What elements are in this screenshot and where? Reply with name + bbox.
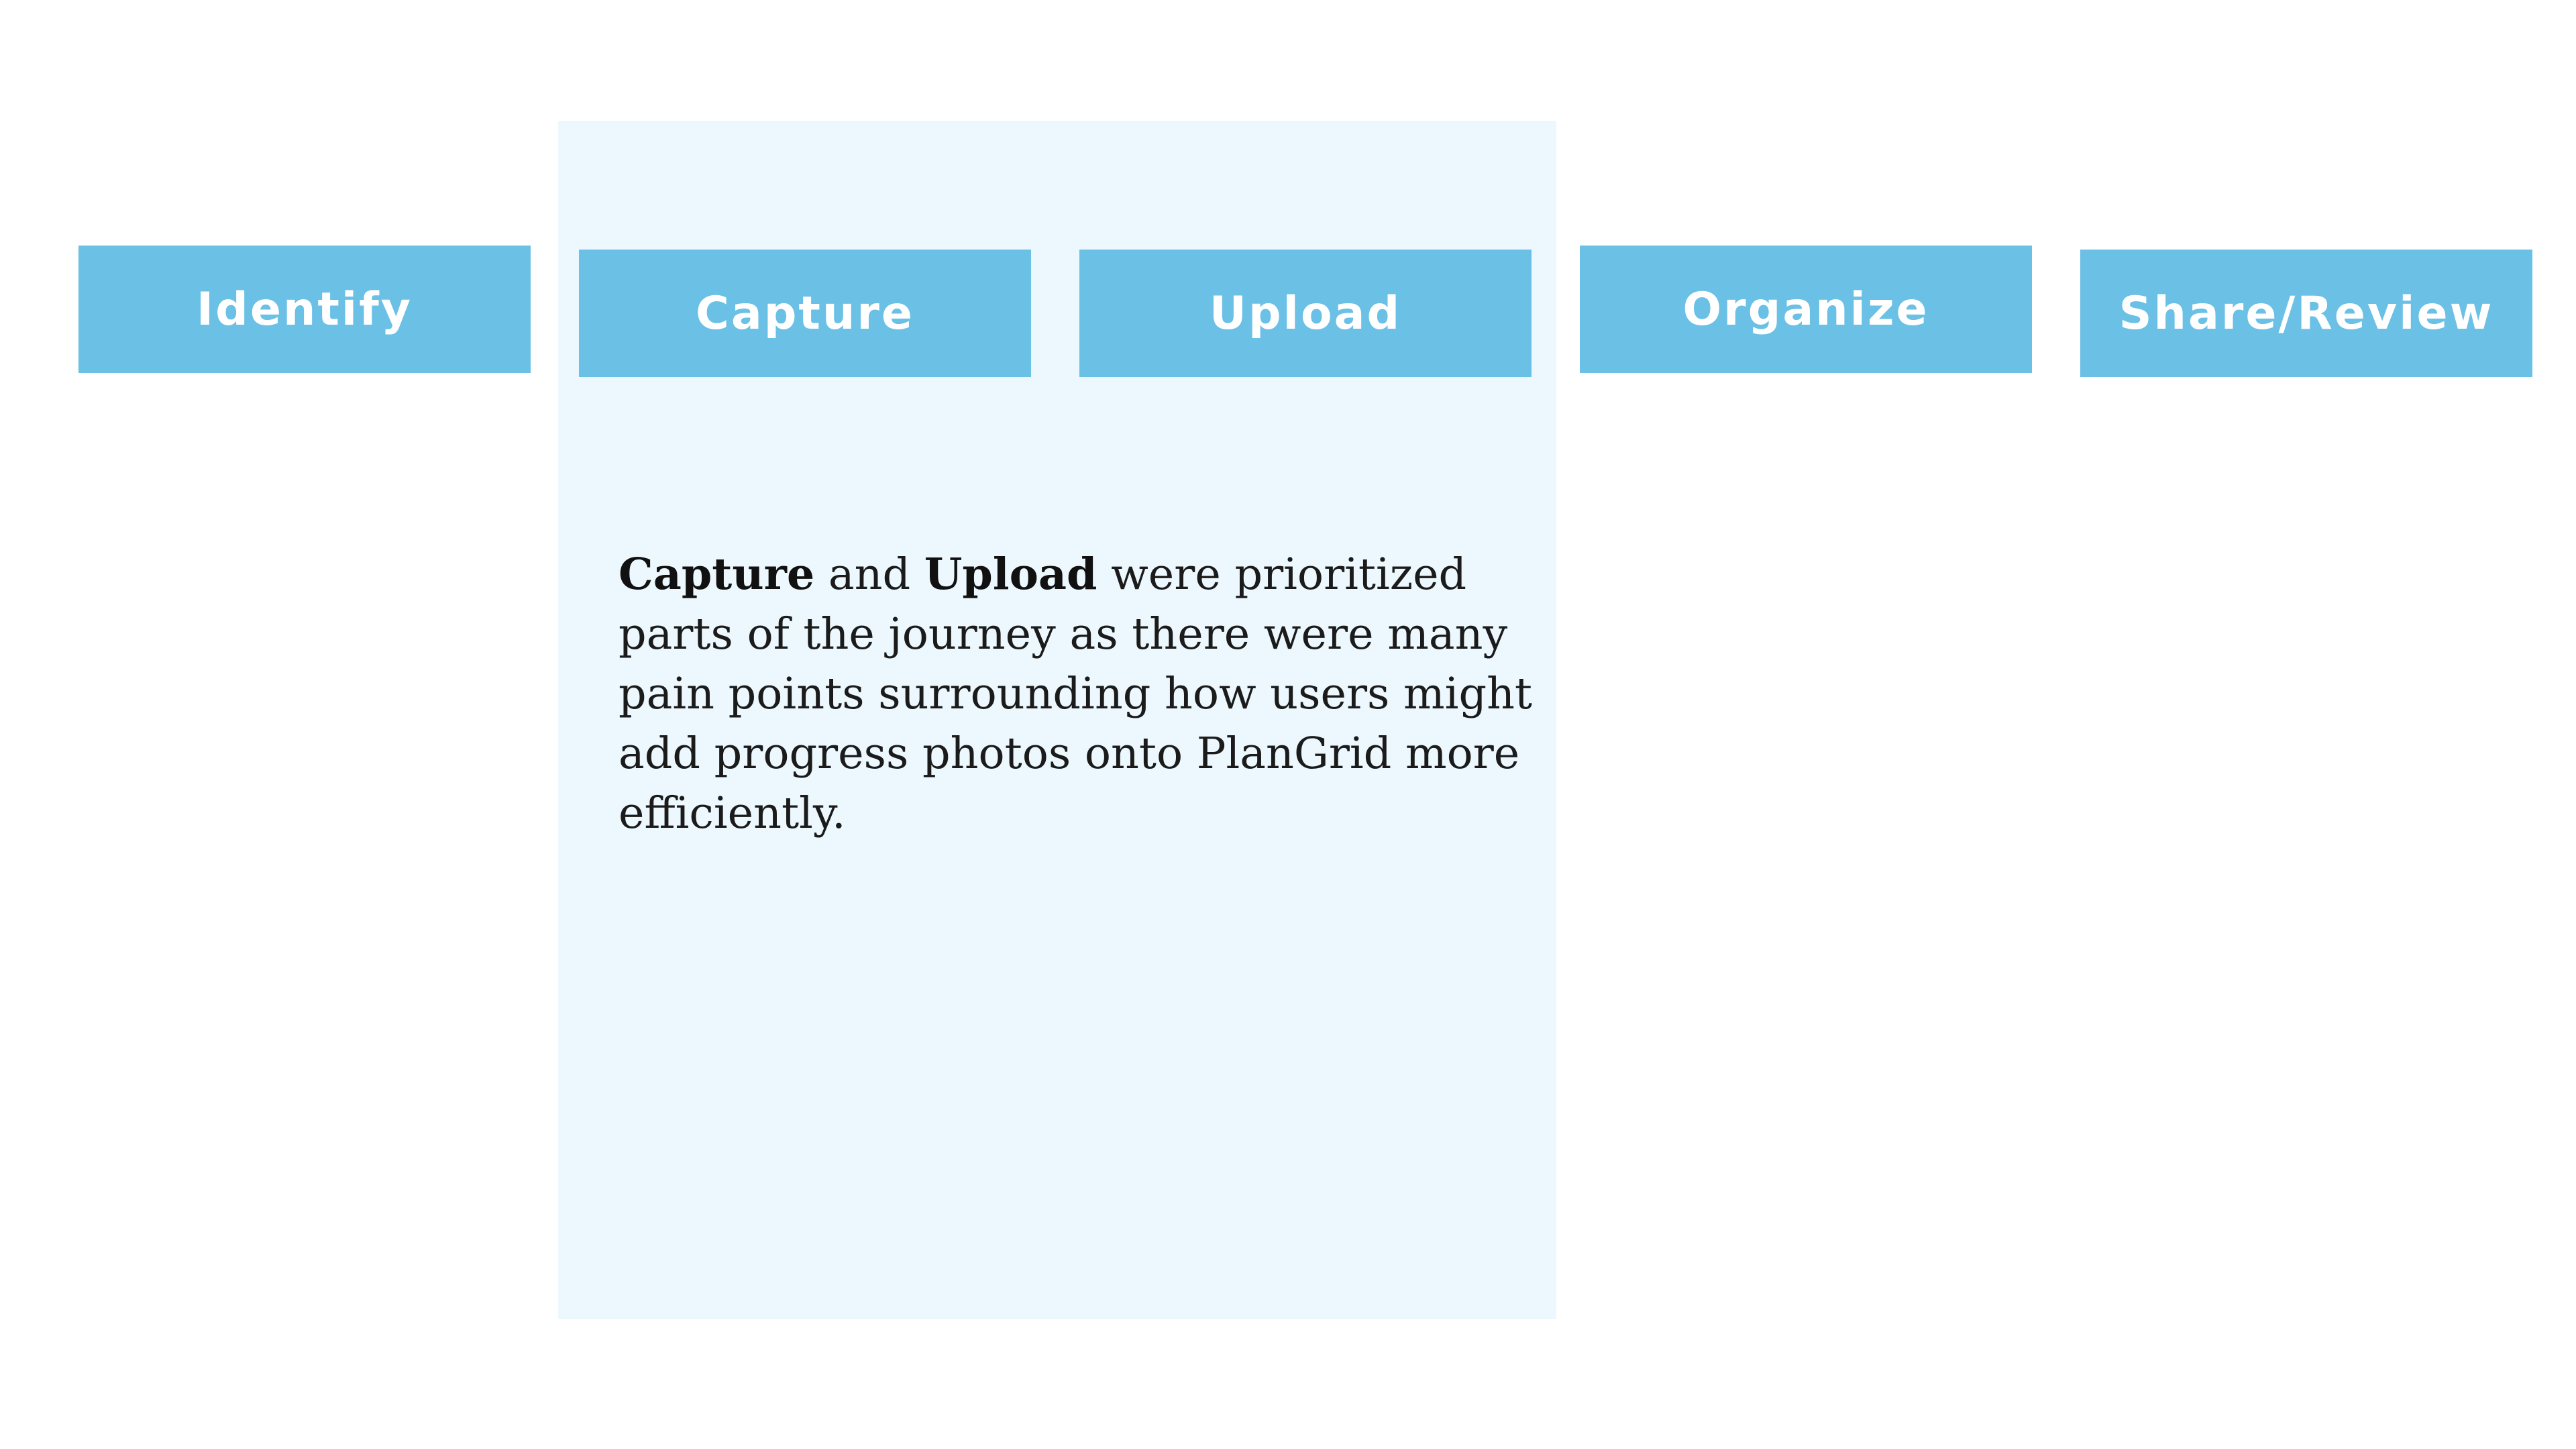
stage-capture: Capture — [579, 250, 1031, 377]
note-emphasis-upload: Upload — [924, 549, 1097, 600]
stage-label: Share/Review — [2118, 286, 2494, 340]
description-note: Capture and Upload were prioritized part… — [619, 545, 1551, 843]
note-emphasis-capture: Capture — [619, 549, 815, 600]
note-text: and — [814, 549, 924, 600]
stage-organize: Organize — [1580, 246, 2032, 373]
stage-label: Identify — [196, 282, 413, 336]
stage-label: Upload — [1209, 286, 1402, 340]
stage-label: Organize — [1682, 282, 1929, 336]
stage-label: Capture — [695, 286, 915, 340]
stage-identify: Identify — [78, 246, 531, 373]
stage-share-review: Share/Review — [2080, 250, 2532, 377]
stage-upload: Upload — [1079, 250, 1532, 377]
